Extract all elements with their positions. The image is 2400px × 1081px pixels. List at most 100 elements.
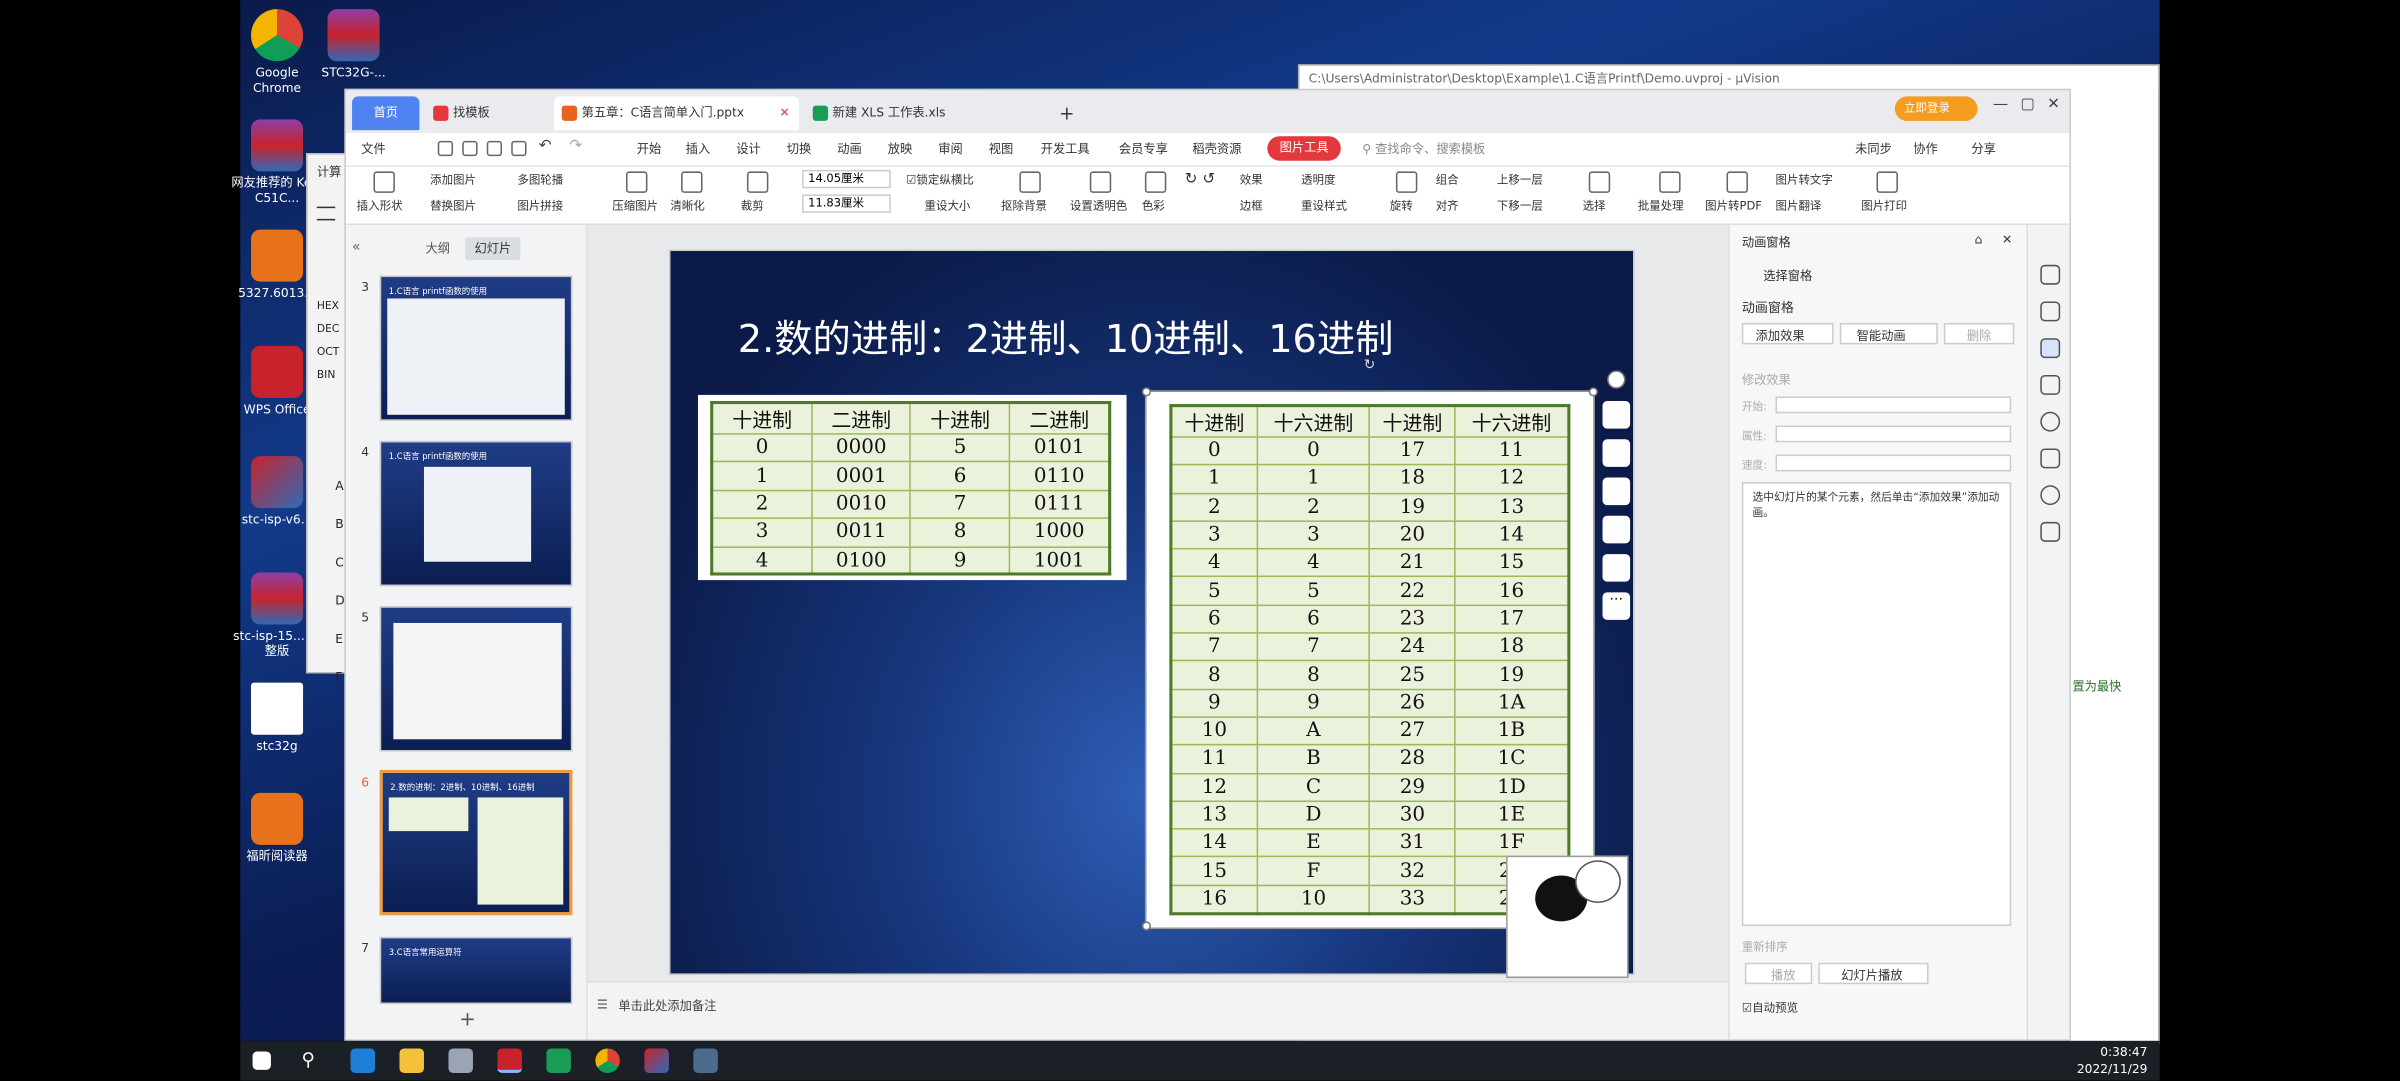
- quick-access-toolbar[interactable]: ↶ ↷: [437, 138, 606, 159]
- crop-icon[interactable]: [1602, 477, 1631, 506]
- notes-area[interactable]: ☰ 单击此处添加备注: [587, 981, 1729, 1040]
- image-icon[interactable]: [1602, 554, 1631, 582]
- to-text-button[interactable]: 图片转文字: [1775, 173, 1832, 188]
- chrome-icon[interactable]: [595, 1048, 620, 1073]
- replace-picture-button[interactable]: 替换图片: [430, 199, 476, 214]
- system-clock[interactable]: 0:38:47 2022/11/29: [2077, 1044, 2148, 1078]
- animation-icon[interactable]: [2040, 338, 2061, 359]
- width-input[interactable]: 14.05厘米: [802, 169, 891, 189]
- menu-insert[interactable]: 插入: [686, 139, 710, 160]
- file-explorer-icon[interactable]: [399, 1048, 424, 1073]
- menu-design[interactable]: 设计: [736, 139, 760, 160]
- menu-animation[interactable]: 动画: [837, 139, 861, 160]
- tab-outline[interactable]: 大纲: [426, 240, 450, 257]
- sharpen-button[interactable]: 清晰化: [670, 199, 704, 214]
- login-button[interactable]: 立即登录: [1894, 96, 1978, 121]
- slide-title[interactable]: 2.数的进制：2进制、10进制、16进制: [738, 309, 1394, 364]
- tab-slides[interactable]: 幻灯片: [465, 237, 521, 261]
- send-backward-button[interactable]: 下移一层: [1497, 199, 1543, 214]
- calc-key-e[interactable]: E: [335, 620, 344, 658]
- multi-carousel-button[interactable]: 多图轮播: [517, 173, 563, 188]
- slide-thumbnail[interactable]: [379, 606, 573, 752]
- picture-print-button[interactable]: 图片打印: [1861, 199, 1907, 214]
- save-icon[interactable]: [437, 140, 454, 157]
- picture-collage-button[interactable]: 图片拼接: [517, 199, 563, 214]
- compress-button[interactable]: 压缩图片: [612, 199, 658, 214]
- slide-thumbnail-current[interactable]: 2.数的进制：2进制、10进制、16进制: [379, 769, 573, 916]
- collab-button[interactable]: 协作: [1913, 139, 1937, 160]
- help-icon[interactable]: [2040, 411, 2061, 432]
- bring-forward-button[interactable]: 上移一层: [1497, 173, 1543, 188]
- calc-key-c[interactable]: C: [335, 543, 344, 581]
- crop-button[interactable]: 裁剪: [741, 199, 764, 214]
- property-select[interactable]: [1775, 425, 2012, 443]
- desktop-icon-stc32g-doc[interactable]: stc32g: [231, 682, 323, 755]
- select-pane-button[interactable]: 选择窗格: [1763, 268, 1812, 285]
- crop-icon[interactable]: [746, 171, 769, 193]
- sync-status[interactable]: 未同步: [1855, 139, 1892, 160]
- calc-hex[interactable]: HEX: [317, 295, 340, 318]
- menu-review[interactable]: 审阅: [938, 139, 962, 160]
- magic-icon[interactable]: [2040, 264, 2061, 285]
- book-icon[interactable]: [2040, 521, 2061, 542]
- rotate-icons[interactable]: ↻ ↺: [1185, 172, 1216, 188]
- set-transparent-button[interactable]: 设置透明色: [1070, 199, 1127, 214]
- undo-icon[interactable]: ↶: [539, 138, 552, 155]
- print-icon[interactable]: [486, 140, 503, 157]
- windows-start-icon[interactable]: [252, 1051, 271, 1070]
- print-icon[interactable]: [1876, 171, 1898, 193]
- redo-icon[interactable]: ↷: [569, 138, 582, 155]
- add-slide-button[interactable]: +: [459, 1009, 476, 1032]
- tab-home[interactable]: 首页: [352, 96, 420, 131]
- menu-picture-tools[interactable]: 图片工具: [1267, 136, 1341, 161]
- close-icon[interactable]: ✕: [780, 96, 790, 130]
- insert-shape-icon[interactable]: [373, 171, 395, 193]
- transparent-color-icon[interactable]: [1089, 171, 1112, 193]
- calc-bin[interactable]: BIN: [317, 364, 340, 387]
- delete-button[interactable]: 删除: [1943, 322, 2015, 345]
- uvision-icon[interactable]: [546, 1048, 571, 1073]
- lightbulb-icon[interactable]: [1602, 515, 1631, 544]
- tab-templates[interactable]: 找模板: [426, 96, 548, 130]
- animation-list[interactable]: 选中幻灯片的某个元素，然后单击“添加效果”添加动画。: [1741, 482, 2012, 927]
- slide-thumbnail[interactable]: 1.C语言 printf函数的使用: [379, 275, 573, 421]
- translate-button[interactable]: 图片翻译: [1775, 199, 1821, 214]
- remove-bg-icon[interactable]: [1019, 171, 1041, 193]
- menu-start[interactable]: 开始: [637, 139, 661, 160]
- backup-icon[interactable]: [2040, 448, 2061, 469]
- search-icon[interactable]: ⚲: [302, 1048, 326, 1072]
- layers-icon[interactable]: [1602, 401, 1631, 429]
- location-icon[interactable]: [2040, 485, 2061, 506]
- height-input[interactable]: 11.83厘米: [802, 194, 891, 213]
- export-pdf-icon[interactable]: [462, 140, 478, 157]
- start-select[interactable]: [1775, 396, 2012, 414]
- slide-thumbnail[interactable]: 3.C语言常用运算符: [379, 936, 573, 1005]
- pdf-icon[interactable]: [1726, 171, 1748, 193]
- menu-slideshow[interactable]: 放映: [888, 139, 912, 160]
- collapse-panel-icon[interactable]: «: [352, 240, 360, 255]
- desktop-icon-foxit[interactable]: 福昕阅读器: [231, 792, 323, 865]
- select-button[interactable]: 选择: [1583, 199, 1606, 214]
- combine-button[interactable]: 组合: [1436, 173, 1459, 188]
- resize-handle[interactable]: [1141, 921, 1152, 931]
- compress-icon[interactable]: [626, 171, 648, 193]
- play-button[interactable]: 播放: [1744, 962, 1813, 985]
- close-icon[interactable]: ✕: [2002, 233, 2012, 247]
- pin-icon[interactable]: ⌂: [1974, 233, 1982, 247]
- menu-transition[interactable]: 切换: [787, 139, 811, 160]
- calculator-icon[interactable]: [693, 1048, 718, 1073]
- window-controls[interactable]: —▢✕: [1993, 96, 2070, 113]
- batch-icon[interactable]: [1659, 171, 1681, 193]
- transparency-button[interactable]: 透明度: [1301, 173, 1335, 188]
- color-icon[interactable]: [1144, 171, 1167, 193]
- calc-key-f[interactable]: F: [335, 658, 344, 696]
- wps-taskbar-icon[interactable]: [497, 1048, 522, 1073]
- menu-developer[interactable]: 开发工具: [1041, 139, 1090, 160]
- rotate-handle-icon[interactable]: ↻: [1364, 358, 1376, 373]
- menu-docer[interactable]: 稻壳资源: [1192, 139, 1241, 160]
- binary-table-image[interactable]: 十进制 二进制 十进制 二进制 0 0000 5 0101 1 0001 6 0110 2 001…: [697, 394, 1127, 581]
- border-button[interactable]: 边框: [1240, 199, 1263, 214]
- calc-oct[interactable]: OCT: [317, 341, 340, 364]
- new-tab-button[interactable]: +: [1053, 96, 1084, 130]
- hex-table-image-selected[interactable]: 十进制 十六进制 十进制 十六进制 0 0 17 11 1 1 18 12 2 2 19 13 3 3 20…: [1144, 390, 1595, 930]
